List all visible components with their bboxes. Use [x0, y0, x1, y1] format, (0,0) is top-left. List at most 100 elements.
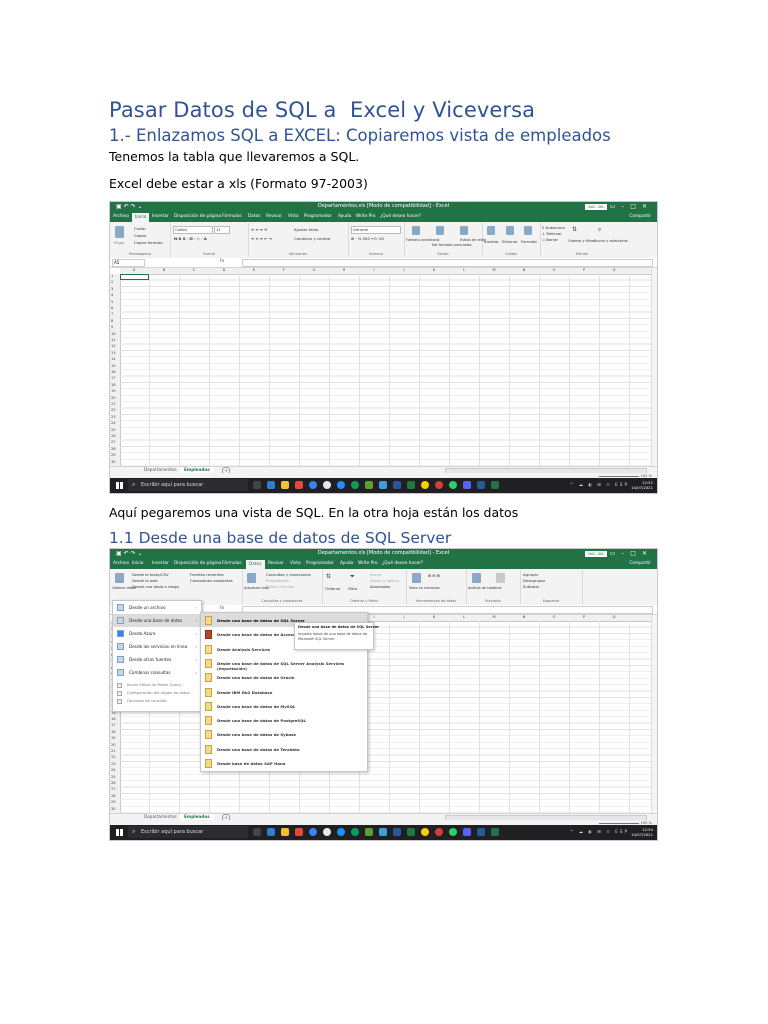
subtotal-button[interactable]: Subtotal	[523, 584, 539, 589]
app-icon[interactable]	[379, 481, 387, 489]
menu-item-ibm-db2[interactable]: Desde IBM Db2 Database	[201, 685, 367, 699]
tell-me-box[interactable]: ¿Qué desea hacer?	[380, 214, 421, 219]
queries-connections-button[interactable]: Consultas y conexiones	[266, 572, 311, 577]
filter-button[interactable]: Filtro	[348, 586, 357, 591]
tab-revisar[interactable]: Revisar	[266, 214, 282, 219]
excel-icon[interactable]	[491, 828, 499, 836]
tell-me-box[interactable]: ¿Qué desea hacer?	[382, 561, 423, 566]
autosum-button[interactable]: Σ Autosuma	[542, 225, 565, 230]
user-badge[interactable]: IVAC. SKL	[585, 204, 607, 210]
sheet-grid[interactable]: ABCDEFGHIJKLMNOPQ 1234567891011121314151…	[110, 268, 657, 466]
tab-datos[interactable]: Datos	[246, 560, 265, 569]
taskbar-search[interactable]: ⌕ Escribir aquí para buscar	[128, 479, 248, 491]
tab-inicio[interactable]: Inicio	[132, 561, 143, 566]
text-to-columns-button[interactable]: Texto en columnas	[409, 586, 440, 590]
system-tray[interactable]: ^ ☁ ◐ ⊞ ☉ ESP	[570, 829, 629, 834]
from-table-button[interactable]: Desde una tabla o rango	[132, 584, 179, 589]
insert-cells-icon[interactable]	[487, 226, 495, 235]
app-icon[interactable]	[365, 481, 373, 489]
tab-write-pro[interactable]: Write Pro	[358, 561, 378, 566]
cell-area[interactable]	[120, 274, 652, 466]
tab-programador[interactable]: Programador	[304, 214, 332, 219]
tab-inicio[interactable]: Inicio	[132, 213, 150, 222]
what-if-button[interactable]: Análisis de hipótesis	[468, 586, 502, 590]
menu-item-postgresql[interactable]: Desde una base de datos de PostgreSQL	[201, 713, 367, 727]
clock[interactable]: 12:52 14/07/2021	[631, 480, 653, 490]
bold-italic-underline-icon[interactable]: N K S · ⊞ · ◇ · A	[174, 236, 207, 241]
align-icons[interactable]: ≡ ≡ ≡ ⟲	[251, 227, 267, 232]
folder-icon[interactable]	[281, 828, 289, 836]
formula-input[interactable]	[242, 259, 653, 267]
app-icon[interactable]	[351, 481, 359, 489]
excel-icon[interactable]	[491, 481, 499, 489]
folder-icon[interactable]	[281, 481, 289, 489]
chrome-icon[interactable]	[323, 481, 331, 489]
app-icon[interactable]	[295, 481, 303, 489]
menu-item-teradata[interactable]: Desde una base de datos de Teradata	[201, 742, 367, 756]
tab-disposicion[interactable]: Disposición de página	[174, 561, 221, 566]
paste-icon[interactable]	[115, 226, 124, 238]
font-size-select[interactable]: 11	[214, 226, 230, 234]
word-icon[interactable]	[477, 481, 485, 489]
format-cells-icon[interactable]	[524, 226, 532, 235]
app-icon[interactable]	[295, 828, 303, 836]
app-icon[interactable]	[379, 828, 387, 836]
menu-item-ssas-import[interactable]: Desde una base de datos de SQL Server An…	[201, 656, 367, 671]
fx-icon[interactable]: fx	[220, 606, 224, 611]
align-icons-2[interactable]: ≡ ≡ ≡ ⇤ ⇥	[251, 236, 272, 241]
menu-item-oracle[interactable]: Desde una base de datos de Oracle	[201, 670, 367, 684]
app-icon[interactable]	[463, 481, 471, 489]
delete-cells-icon[interactable]	[506, 226, 514, 235]
tab-ayuda[interactable]: Ayuda	[340, 561, 353, 566]
find-icon[interactable]: ⌕	[598, 226, 601, 234]
get-data-icon[interactable]	[115, 573, 124, 583]
tab-formulas[interactable]: Fórmulas	[222, 561, 242, 566]
app-icon[interactable]	[351, 828, 359, 836]
tab-programador[interactable]: Programador	[306, 561, 334, 566]
menu-item-query-options[interactable]: Opciones de consulta	[113, 697, 201, 705]
tab-archivo[interactable]: Archivo	[113, 214, 129, 219]
number-format-select[interactable]: General	[351, 226, 401, 234]
task-view-icon[interactable]	[253, 481, 261, 489]
app-icon[interactable]	[407, 828, 415, 836]
window-controls-icon[interactable]: ▭–□✕	[610, 550, 653, 557]
merge-center-button[interactable]: Combinar y centrar	[294, 236, 331, 241]
number-format-icons[interactable]: ⊞ · % 000 ←0 .00	[351, 236, 384, 241]
copy-button[interactable]: Copiar	[134, 233, 146, 238]
name-box[interactable]: A5	[112, 259, 145, 267]
vertical-scrollbar[interactable]	[651, 615, 657, 813]
existing-connections-button[interactable]: Conexiones existentes	[190, 578, 233, 583]
edge-icon[interactable]	[309, 828, 317, 836]
properties-button[interactable]: Propiedades	[266, 578, 289, 583]
tab-vista[interactable]: Vista	[290, 561, 301, 566]
ungroup-button[interactable]: Desagrupar	[523, 578, 545, 583]
chrome-icon[interactable]	[323, 828, 331, 836]
app-icon[interactable]	[267, 828, 275, 836]
from-web-button[interactable]: Desde la web	[132, 578, 158, 583]
advanced-button[interactable]: Avanzadas	[370, 584, 390, 589]
menu-item-combine-queries[interactable]: Combinar consultas ›	[113, 666, 201, 679]
recent-sources-button[interactable]: Fuentes recientes	[190, 572, 224, 577]
format-painter-button[interactable]: Copiar formato	[134, 240, 163, 245]
filter-icon[interactable]: ⏷	[350, 573, 355, 581]
word-icon[interactable]	[393, 828, 401, 836]
tab-insertar[interactable]: Insertar	[152, 561, 169, 566]
app-icon[interactable]	[337, 481, 345, 489]
selected-cell[interactable]	[120, 274, 149, 280]
menu-item-sap-hana[interactable]: Desde base de datos SAP Hana	[201, 756, 367, 770]
wrap-text-button[interactable]: Ajustar texto	[294, 227, 318, 232]
font-name-select[interactable]: Calibri	[173, 226, 213, 234]
clear-filter-button[interactable]: Borrar	[370, 572, 382, 577]
whatsapp-icon[interactable]	[449, 481, 457, 489]
edge-icon[interactable]	[309, 481, 317, 489]
cut-button[interactable]: Cortar	[134, 226, 146, 231]
whatsapp-icon[interactable]	[449, 828, 457, 836]
sort-filter-icon[interactable]: ⇅	[572, 226, 577, 233]
clear-button[interactable]: ◇ Borrar	[542, 237, 558, 242]
tab-archivo[interactable]: Archivo	[113, 561, 129, 566]
tab-vista[interactable]: Vista	[288, 214, 299, 219]
conditional-format-icon[interactable]	[412, 226, 420, 235]
tab-insertar[interactable]: Insertar	[152, 214, 169, 219]
menu-item-data-source-settings[interactable]: Configuración del origen de datos...	[113, 689, 201, 697]
sort-icon[interactable]: ⇅	[326, 573, 331, 580]
